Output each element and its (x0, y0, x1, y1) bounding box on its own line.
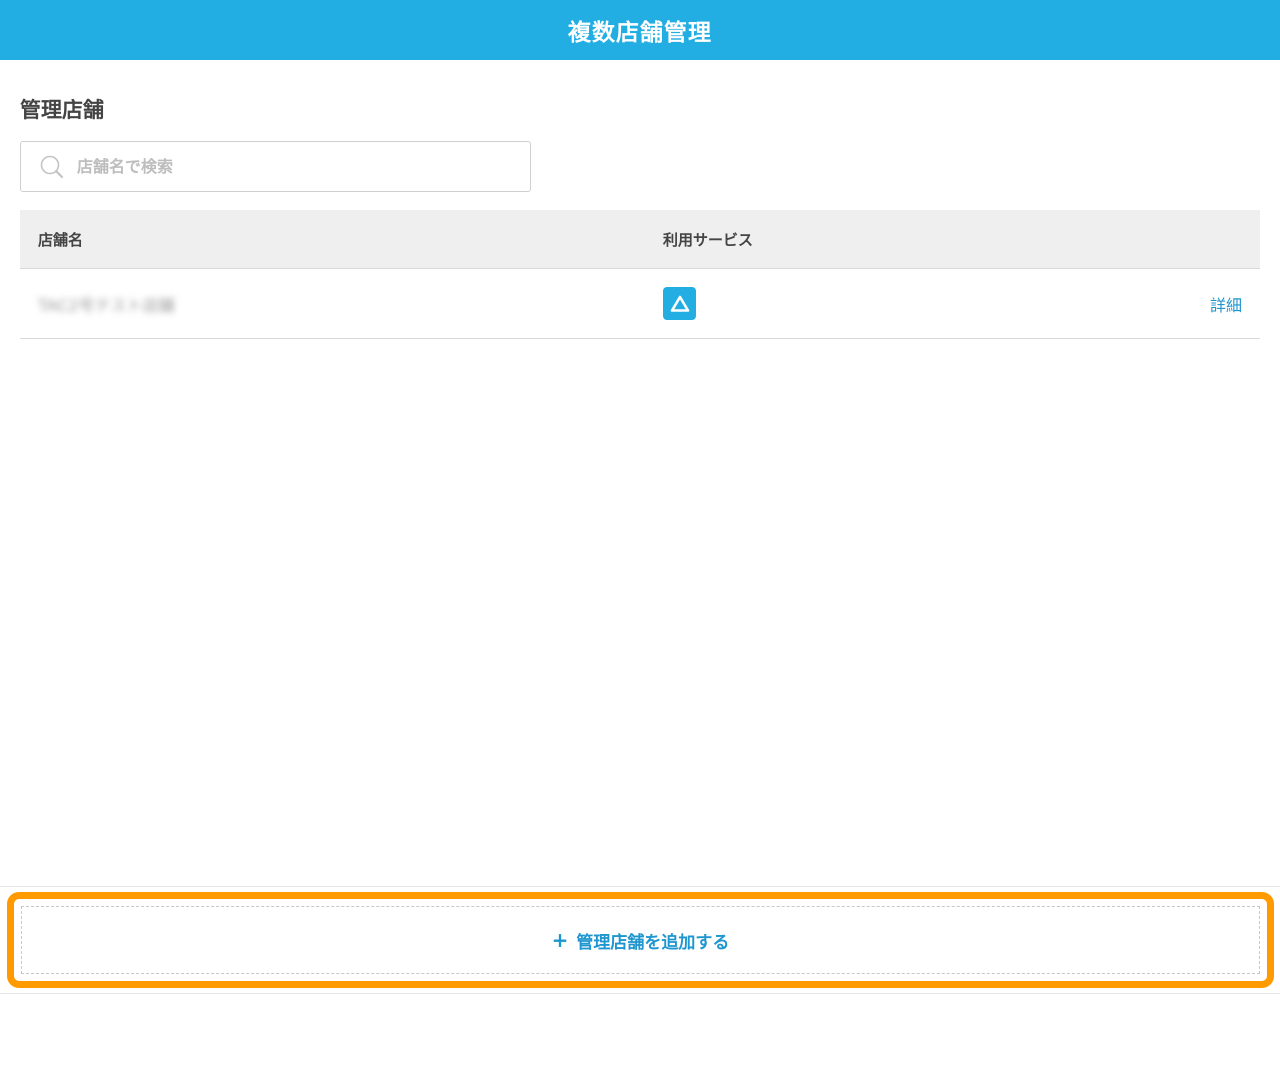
table-header: 店舗名 利用サービス (20, 210, 1260, 269)
plus-icon: + (551, 928, 569, 952)
table-row: TAC2号テスト店舗 詳細 (20, 269, 1260, 339)
search-input[interactable] (77, 157, 497, 176)
store-table: 店舗名 利用サービス TAC2号テスト店舗 詳細 (20, 210, 1260, 339)
add-button-highlight: + 管理店舗を追加する (7, 892, 1274, 988)
search-box[interactable] (20, 141, 531, 192)
triangle-logo-icon (663, 287, 696, 320)
app-header: 複数店舗管理 (0, 0, 1280, 60)
column-header-service: 利用サービス (663, 230, 754, 249)
section-title: 管理店舗 (20, 98, 104, 122)
detail-link[interactable]: 詳細 (1210, 292, 1260, 316)
search-icon (40, 155, 64, 178)
add-store-label: 管理店舗を追加する (576, 932, 730, 953)
add-store-button[interactable]: + 管理店舗を追加する (21, 906, 1260, 974)
service-cell (663, 287, 1210, 320)
column-header-store-name: 店舗名 (38, 230, 84, 249)
page-title: 複数店舗管理 (568, 20, 712, 46)
store-name: TAC2号テスト店舗 (38, 295, 175, 315)
